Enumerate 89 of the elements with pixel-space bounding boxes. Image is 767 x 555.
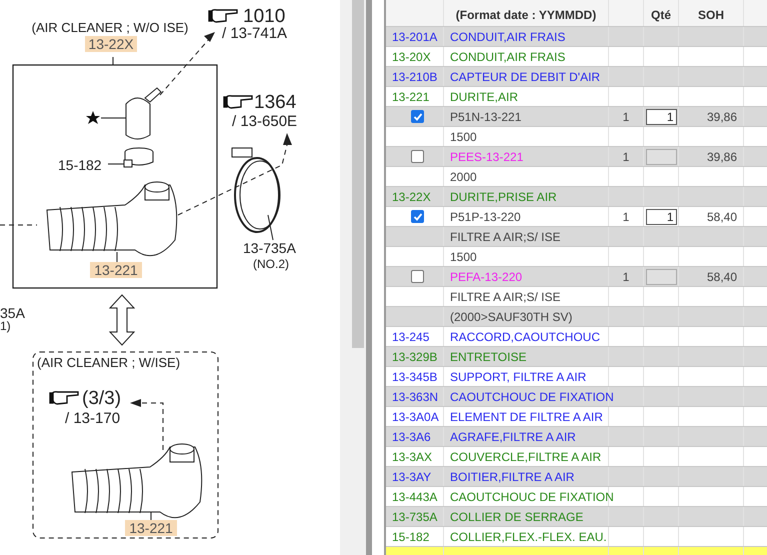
hose-clamp-drawing [124,148,154,168]
part-code: 13-22X [392,188,431,206]
double-arrow-icon [108,294,136,346]
pointing-hand-icon [208,9,238,23]
part-name: COLLIER DE SERRAGE [450,508,584,526]
part-name: CONDUIT,AIR FRAIS [450,28,566,46]
part-name: CAOUTCHOUC DE FIXATION [450,488,614,506]
checkbox[interactable] [411,110,424,123]
part-code: 13-20X [392,48,431,66]
checkbox[interactable] [411,270,424,283]
diagram-caption: (AIR CLEANER ; W/O ISE) [32,20,188,35]
part-code: 13-245 [392,328,430,346]
sensor-drawing [126,87,162,140]
part-name: CAPTEUR DE DEBIT D'AIR [450,68,600,86]
part-label: 13-22X [85,36,137,52]
part-code: 15-182 [392,528,430,546]
leader-line [150,512,152,520]
part-name: ENTRETOISE [450,348,526,366]
part-name: AGRAFE,FILTRE A AIR [450,428,576,446]
order-quantity-field[interactable]: 1 [646,108,676,124]
part-code: 13-221 [392,88,430,106]
dashed-line [0,224,38,226]
part-code: 13-201A [392,28,438,46]
leader-line [112,56,114,66]
price: 58,40 [706,208,737,226]
part-code: 13-363N [392,388,438,406]
part-code: 13-3AX [392,448,432,466]
reference-label: / 13-170 [65,410,120,427]
pointing-hand-icon [49,391,79,405]
column-header: SOH [698,7,724,24]
note-text: 1500 [450,128,477,146]
leader-line [268,214,274,240]
order-quantity-field[interactable]: 1 [646,208,676,224]
diagram-caption: (AIR CLEANER ; W/ISE) [37,355,180,370]
part-number: PEFA-13-220 [450,268,522,286]
checkbox[interactable] [411,210,424,223]
part-label: 13-735A [243,240,296,256]
part-code: 13-3A6 [392,428,431,446]
part-name: COLLIER,FLEX.-FLEX. EAU. [450,528,607,546]
part-number: P51P-13-220 [450,208,521,226]
column-header: Qté [650,7,671,24]
part-name: COUVERCLE,FILTRE A AIR [450,448,602,466]
part-code: 13-3A0A [392,408,439,426]
part-code: 13-735A [392,508,438,526]
part-code: 13-329B [392,348,438,366]
note-text: 1500 [450,248,477,266]
reference-label: 1364 [254,92,296,113]
price: 39,86 [706,148,737,166]
quantity: 1 [622,268,630,286]
part-name: CONDUIT,AIR FRAIS [450,48,566,66]
part-code: 13-210B [392,68,438,86]
part-code: 13-443A [392,488,438,506]
reference-label: 1010 [243,6,286,27]
part-name: SUPPORT, FILTRE A AIR [450,368,586,386]
part-label: 35A [0,305,25,321]
dashed-arrow [130,399,164,450]
part-name: DURITE,AIR [450,88,518,106]
part-number: P51N-13-221 [450,108,522,126]
note-text: FILTRE A AIR;S/ ISE [450,288,560,306]
part-name: CAOUTCHOUC DE FIXATION [450,388,614,406]
part-label: 13-221 [125,520,177,536]
reference-label: (3/3) [82,388,122,409]
note-text: FILTRE A AIR;S/ ISE [450,228,560,246]
quantity: 1 [622,148,630,166]
part-label: (NO.2) [253,257,289,271]
leader-line [116,252,118,262]
quantity: 1 [622,108,630,126]
part-label: 13-221 [90,262,142,278]
part-code: 13-345B [392,368,438,386]
part-name: BOITIER,FILTRE A AIR [450,468,574,486]
part-code: 13-3AY [392,468,432,486]
part-name: RACCORD,CAOUTCHOUC [450,328,600,346]
scrollbar-thumb[interactable] [352,0,364,348]
column-header: (Format date : YYMMDD) [456,7,596,24]
pointing-hand-icon [223,95,253,109]
note-text: (2000>SAUF30TH SV) [450,308,572,326]
reference-label: / 13-650E [232,113,298,130]
part-name: DURITE,PRISE AIR [450,188,557,206]
part-label: 15-182 [58,157,102,173]
note-text: 2000 [450,168,477,186]
price: 39,86 [706,108,737,126]
part-name: ELEMENT DE FILTRE A AIR [450,408,603,426]
price: 58,40 [706,268,737,286]
star-icon [86,111,100,124]
part-number: PEES-13-221 [450,148,524,166]
checkbox[interactable] [411,150,424,163]
quantity: 1 [622,208,630,226]
part-label: 1) [0,319,11,333]
reference-label: / 13-741A [222,25,288,42]
